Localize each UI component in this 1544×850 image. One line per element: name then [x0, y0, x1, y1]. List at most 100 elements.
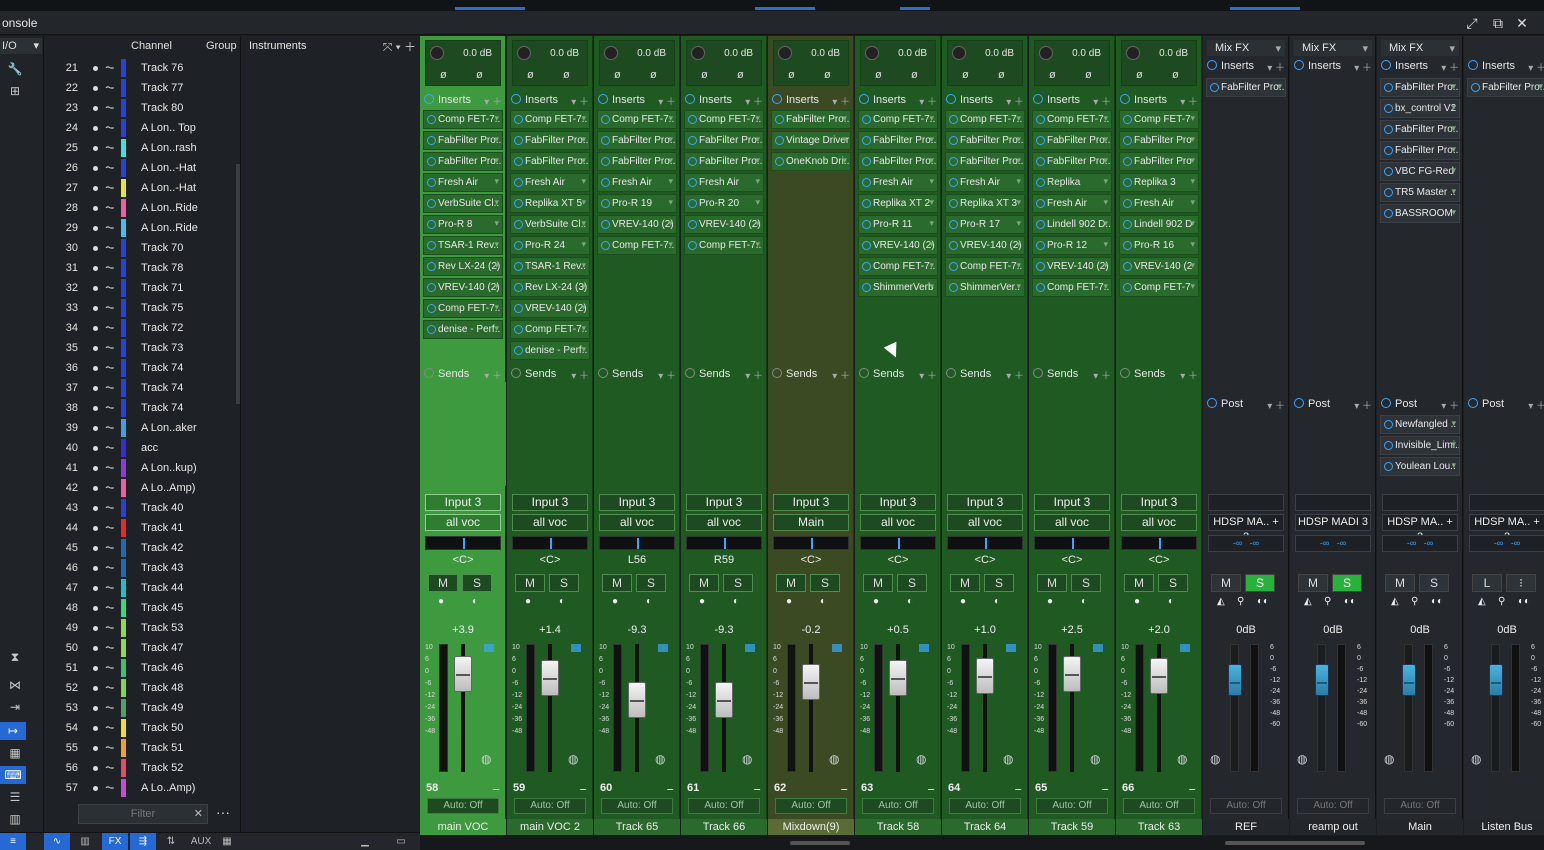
insert-plugin-slot[interactable]: FabFilter Pro.. ▾ [597, 131, 677, 150]
chevron-down-icon[interactable]: ▾ [1103, 218, 1108, 229]
grid-view-icon[interactable]: ▦ [214, 833, 240, 850]
visibility-dot-icon[interactable] [93, 226, 98, 231]
close-icon[interactable]: ✕ [1512, 14, 1532, 32]
insert-plugin-slot[interactable]: Youlean Lou.. ▾ [1380, 457, 1460, 476]
insert-plugin-slot[interactable]: FabFilter Pro.. ▾ [771, 110, 851, 129]
automation-mode[interactable]: Auto: Off [949, 798, 1021, 814]
link-icon[interactable]: ◍ [1210, 752, 1220, 766]
chevron-down-icon[interactable]: ▾ ＋ [919, 93, 937, 108]
chevron-down-icon[interactable]: ▾ [1190, 281, 1195, 292]
power-icon[interactable] [1036, 115, 1045, 124]
power-icon[interactable] [427, 157, 436, 166]
chevron-down-icon[interactable]: ▾ [1103, 281, 1108, 292]
mute-button[interactable]: M [776, 574, 806, 592]
power-icon[interactable] [511, 94, 521, 104]
chevron-down-icon[interactable]: ▾ [929, 155, 934, 166]
link-icon[interactable]: ◍ [829, 752, 839, 766]
power-icon[interactable] [862, 283, 871, 292]
solo-button[interactable]: S [549, 574, 579, 592]
insert-plugin-slot[interactable]: Invisible_Limi.. ▾ [1380, 436, 1460, 455]
track-row[interactable]: 36 ⏦ Track 74 [44, 358, 236, 378]
chevron-down-icon[interactable]: ▾ ＋ [1093, 367, 1111, 382]
gain-knob[interactable] [865, 46, 879, 60]
track-row[interactable]: 31 ⏦ Track 78 [44, 258, 236, 278]
power-icon[interactable] [775, 136, 784, 145]
automation-mode[interactable]: Auto: Off [514, 798, 586, 814]
insert-plugin-slot[interactable]: Pro-R 19 ▾ [597, 194, 677, 213]
power-icon[interactable] [1033, 368, 1043, 378]
insert-plugin-slot[interactable]: Vintage Driver ▾ [771, 131, 851, 150]
volume-fader[interactable] [1228, 664, 1242, 696]
insert-plugin-slot[interactable]: Replika XT 2 ▾ [858, 194, 938, 213]
phase-icon[interactable]: ø [1085, 69, 1092, 81]
insert-plugin-slot[interactable]: FabFilter Pro.. ▾ [858, 152, 938, 171]
track-row[interactable]: 42 ⏦ A Lo..Amp) [44, 478, 236, 498]
power-icon[interactable] [514, 157, 523, 166]
monitor-icon[interactable]: ◐ [1168, 596, 1174, 607]
monitor-icon[interactable]: ◐ [646, 596, 652, 607]
record-icon[interactable]: ● [438, 596, 444, 607]
power-icon[interactable] [949, 220, 958, 229]
channel-name[interactable]: Track 59 [1029, 819, 1115, 835]
power-icon[interactable] [1384, 462, 1393, 471]
solo-button[interactable]: ⁝ [1506, 574, 1536, 592]
power-icon[interactable] [427, 304, 436, 313]
solo-button[interactable]: S [810, 574, 840, 592]
chevron-down-icon[interactable]: ▾ ＋ [1180, 367, 1198, 382]
power-icon[interactable] [949, 115, 958, 124]
phase-icon[interactable]: ø [701, 69, 708, 81]
mixer-horizontal-scrollbar[interactable] [420, 836, 1544, 850]
power-icon[interactable] [427, 115, 436, 124]
volume-fader[interactable] [889, 660, 907, 696]
sends-header[interactable]: Sends ▾ ＋ [942, 366, 1028, 384]
gain-knob[interactable] [1039, 46, 1053, 60]
power-icon[interactable] [1123, 136, 1132, 145]
inserts-header[interactable]: Inserts ▾ ＋ [507, 92, 593, 110]
record-icon[interactable]: ● [612, 596, 618, 607]
track-row[interactable]: 34 ⏦ Track 72 [44, 318, 236, 338]
link-icon[interactable]: ◍ [1471, 752, 1481, 766]
track-row[interactable]: 45 ⏦ Track 42 [44, 538, 236, 558]
monitor-icon[interactable]: ◐ [733, 596, 739, 607]
insert-plugin-slot[interactable]: VREV-140 (2) ▾ [597, 215, 677, 234]
pan-link-field[interactable]: -∞ -∞ [1469, 535, 1544, 552]
link-icon[interactable]: ◍ [1003, 752, 1013, 766]
chevron-down-icon[interactable]: ▾ [1016, 260, 1021, 271]
insert-plugin-slot[interactable]: Pro-R 20 ▾ [684, 194, 764, 213]
solo-button[interactable]: S [1332, 574, 1362, 592]
track-row[interactable]: 52 ⏦ Track 48 [44, 678, 236, 698]
power-icon[interactable] [598, 368, 608, 378]
visibility-dot-icon[interactable] [93, 126, 98, 131]
inserts-header[interactable]: Inserts ▾ ＋ [1203, 58, 1289, 76]
link-icon[interactable]: ◍ [568, 752, 578, 766]
visibility-dot-icon[interactable] [93, 166, 98, 171]
track-row[interactable]: 23 ⏦ Track 80 [44, 98, 236, 118]
visibility-dot-icon[interactable] [93, 206, 98, 211]
phase-flip-icon[interactable]: ◭ [1217, 596, 1225, 607]
chevron-down-icon[interactable]: ▾ [581, 197, 586, 208]
visibility-dot-icon[interactable] [93, 746, 98, 751]
list-icon[interactable]: ≡ [0, 833, 26, 850]
chevron-down-icon[interactable]: ▾ [494, 218, 499, 229]
insert-plugin-slot[interactable]: FabFilter Pro.. ▾ [684, 152, 764, 171]
solo-button[interactable]: S [723, 574, 753, 592]
chevron-down-icon[interactable]: ▾ [1016, 113, 1021, 124]
chevron-down-icon[interactable]: ▾ [1449, 42, 1455, 55]
power-icon[interactable] [1381, 398, 1391, 408]
insert-plugin-slot[interactable]: VREV-140 (2) ▾ [1032, 257, 1112, 276]
visibility-dot-icon[interactable] [93, 186, 98, 191]
insert-plugin-slot[interactable]: Replika XT 3 ▾ [945, 194, 1025, 213]
insert-plugin-slot[interactable]: Fresh Air ▾ [597, 173, 677, 192]
power-icon[interactable] [424, 368, 434, 378]
chevron-down-icon[interactable]: ▾ [581, 281, 586, 292]
toggle-icon[interactable]: ◐◐ [1344, 596, 1356, 607]
mix-fx-selector[interactable]: Mix FX ▾ [1207, 40, 1285, 56]
output-selector[interactable]: all voc [947, 514, 1023, 531]
chevron-down-icon[interactable]: ▾ [1190, 134, 1195, 145]
track-row[interactable]: 39 ⏦ A Lon..aker [44, 418, 236, 438]
power-icon[interactable] [1384, 125, 1393, 134]
power-icon[interactable] [1384, 167, 1393, 176]
power-icon[interactable] [688, 157, 697, 166]
visibility-dot-icon[interactable] [93, 106, 98, 111]
power-icon[interactable] [1120, 368, 1130, 378]
